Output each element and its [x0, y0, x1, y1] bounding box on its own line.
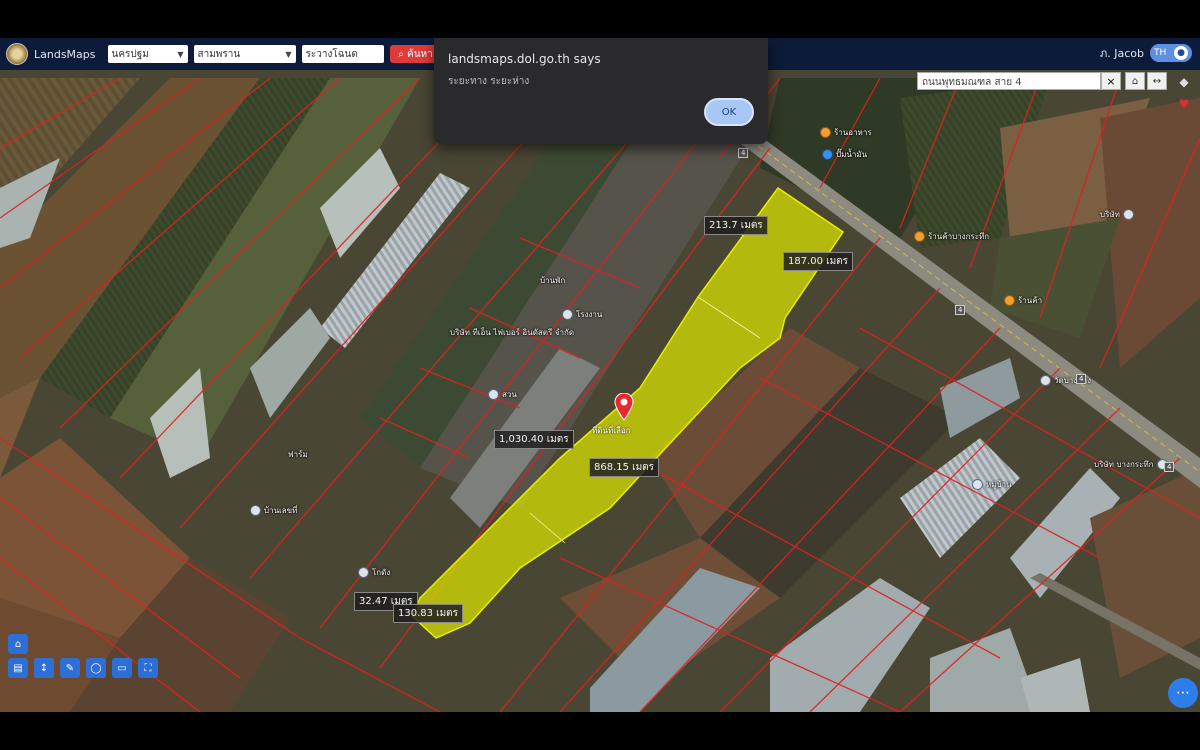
district-select-value: สามพราน: [197, 48, 241, 60]
poi-label: ปั๊มน้ำมัน: [836, 150, 868, 159]
alert-dialog: landsmaps.dol.go.th says ระยะทาง ระยะห่า…: [434, 38, 768, 144]
poi-marker[interactable]: บริษัท: [1100, 208, 1134, 221]
user-area: ภ. Jacob TH ●: [1100, 44, 1192, 62]
app-name: LandsMaps: [34, 47, 96, 61]
poi-label: บ้านพัก: [540, 276, 566, 285]
pin-label: ที่ดินที่เลือก: [592, 426, 631, 435]
more-icon[interactable]: ⋯: [1168, 678, 1198, 708]
map-search-value: ถนนพุทธมณฑล สาย 4: [922, 77, 1022, 88]
language-toggle[interactable]: TH ●: [1150, 44, 1192, 62]
road-number-sign: 4: [1076, 374, 1087, 384]
layers-tool-icon[interactable]: ▤: [8, 658, 28, 678]
map-app-screen: LandsMaps นครปฐม ▼ สามพราน ▼ ระวางโฉนด ⌕…: [0, 38, 1200, 712]
chevron-down-icon: ▼: [285, 49, 292, 59]
poi-label: หมู่บ้าน: [986, 480, 1012, 489]
layers-icon[interactable]: ◆: [1174, 72, 1194, 92]
poi-marker[interactable]: โรงงาน: [562, 308, 602, 321]
dimension-label: 868.15 เมตร: [589, 458, 660, 477]
poi-marker[interactable]: ร้านค้า: [1004, 294, 1042, 307]
road-number-sign: 4: [1164, 462, 1175, 472]
dimension-label: 1,030.40 เมตร: [494, 430, 574, 449]
dol-logo: [6, 43, 28, 65]
location-pin-icon[interactable]: [614, 393, 634, 421]
home-icon[interactable]: ⌂: [8, 634, 28, 654]
language-toggle-label: TH: [1154, 48, 1167, 58]
poi-marker[interactable]: บริษัท ทีเอ็น ไฟเบอร์ อินดัสตรี จำกัด: [450, 326, 574, 339]
dialog-message: ระยะทาง ระยะห่าง: [448, 76, 530, 87]
poi-marker[interactable]: ร้านอาหาร: [820, 126, 872, 139]
poi-label: ร้านค้า: [1018, 296, 1043, 305]
poi-marker[interactable]: บ้านเลขที่: [250, 504, 297, 517]
fullscreen-icon[interactable]: ⛶: [138, 658, 158, 678]
ok-button[interactable]: OK: [704, 98, 754, 126]
poi-label: บริษัท: [1100, 210, 1120, 219]
poi-marker[interactable]: สวน: [488, 388, 517, 401]
dialog-title: landsmaps.dol.go.th says: [448, 52, 601, 66]
poi-marker[interactable]: บ้านพัก: [540, 274, 565, 287]
poi-marker[interactable]: ร้านค้าบางกระทึก: [914, 230, 989, 243]
user-icon: ●: [1174, 46, 1188, 60]
user-name[interactable]: ภ. Jacob: [1100, 44, 1144, 62]
temple-icon: [1040, 375, 1051, 386]
measure-map-icon[interactable]: ↔: [1147, 72, 1167, 90]
poi-label: ร้านอาหาร: [834, 128, 872, 137]
restaurant-icon: [820, 127, 831, 138]
house-icon: [250, 505, 261, 516]
road-number-sign: 4: [738, 148, 749, 158]
province-select-value: นครปฐม: [111, 48, 149, 60]
poi-label: บ้านเลขที่: [264, 506, 298, 515]
gas-station-icon: [822, 149, 833, 160]
chevron-down-icon: ▼: [177, 49, 184, 59]
poi-label: โกดัง: [372, 568, 391, 577]
poi-marker[interactable]: ฟาร์ม: [288, 448, 308, 461]
home-map-icon[interactable]: ⌂: [1125, 72, 1145, 90]
comment-icon[interactable]: ◯: [86, 658, 106, 678]
poi-label: ร้านค้าบางกระทึก: [928, 232, 990, 241]
warehouse-icon: [358, 567, 369, 578]
dimension-label: 213.7 เมตร: [704, 216, 768, 235]
favorite-icon[interactable]: ♥: [1174, 94, 1194, 114]
poi-marker[interactable]: บริษัท บางกระทึก: [1094, 458, 1168, 471]
draw-icon[interactable]: ✎: [60, 658, 80, 678]
district-select[interactable]: สามพราน ▼: [193, 45, 296, 63]
poi-label: ฟาร์ม: [288, 450, 308, 459]
dimension-label: 187.00 เมตร: [783, 252, 854, 271]
search-button-label: ค้นหา: [407, 48, 433, 60]
map-search-input[interactable]: ถนนพุทธมณฑล สาย 4: [917, 72, 1101, 90]
shop-icon: [914, 231, 925, 242]
province-select[interactable]: นครปฐม ▼: [107, 45, 188, 63]
road-number-sign: 4: [955, 305, 966, 315]
dimension-label: 130.83 เมตร: [393, 604, 464, 623]
measure-icon[interactable]: ↕: [34, 658, 54, 678]
poi-label: โรงงาน: [576, 310, 603, 319]
poi-marker[interactable]: หมู่บ้าน: [972, 478, 1012, 491]
parcel-number-input[interactable]: ระวางโฉนด: [301, 45, 384, 63]
poi-label: สวน: [502, 390, 517, 399]
clear-icon[interactable]: ×: [1101, 72, 1121, 90]
garden-icon: [488, 389, 499, 400]
search-icon: ⌕: [398, 48, 408, 60]
village-icon: [972, 479, 983, 490]
place-icon: [1122, 209, 1134, 220]
poi-label: บริษัท ทีเอ็น ไฟเบอร์ อินดัสตรี จำกัด: [450, 328, 575, 337]
print-icon[interactable]: ▭: [112, 658, 132, 678]
poi-label: บริษัท บางกระทึก: [1094, 460, 1154, 469]
shop-icon: [1004, 295, 1015, 306]
poi-marker[interactable]: โกดัง: [358, 566, 390, 579]
parcel-number-value: ระวางโฉนด: [305, 48, 358, 60]
factory-icon: [562, 309, 573, 320]
poi-marker[interactable]: ปั๊มน้ำมัน: [822, 148, 867, 161]
